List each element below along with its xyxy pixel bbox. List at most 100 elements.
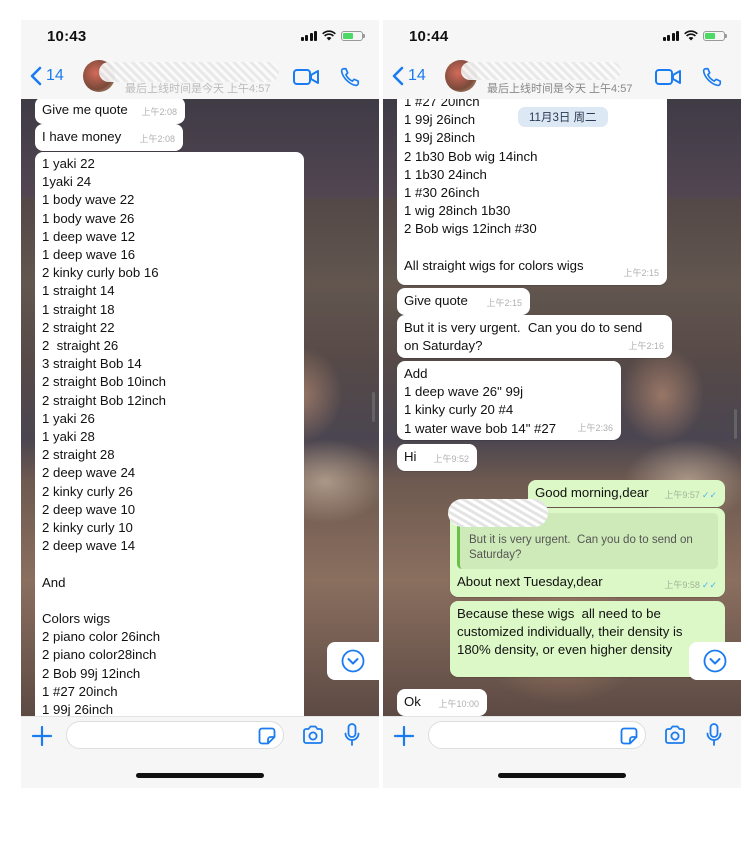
signal-icon	[662, 30, 679, 41]
message-text: 1 deep wave 26" 99j	[404, 384, 524, 400]
message-time: 上午9:58 ✓✓	[664, 576, 717, 594]
message-text: 2 deep wave 14	[42, 538, 136, 554]
message-text: 2 straight 28	[42, 447, 115, 463]
message-time: 上午2:16	[628, 340, 664, 351]
date-separator: 11月3日 周二	[518, 107, 608, 127]
quoted-message[interactable]: But it is very urgent. Can you do to sen…	[448, 499, 718, 569]
status-bar: 10:43	[21, 20, 379, 56]
message-text: 1 yaki 28	[42, 429, 95, 445]
home-indicator[interactable]	[498, 773, 626, 778]
message-bubble-outgoing-reply: But it is very urgent. Can you do to sen…	[448, 499, 725, 597]
message-bubble-outgoing: Good morning,dear 上午9:57 ✓✓	[528, 480, 725, 508]
message-text: 3 straight Bob 14	[42, 356, 142, 372]
scroll-to-bottom-button[interactable]	[327, 642, 379, 680]
message-text: 1 1b30 24inch	[404, 166, 487, 182]
message-text: 2 deep wave 24	[42, 465, 136, 481]
message-text: 2 straight Bob 12inch	[42, 392, 166, 408]
battery-icon	[341, 30, 365, 41]
video-call-button[interactable]	[293, 68, 319, 86]
message-time: 上午2:08	[139, 134, 175, 144]
time-text: 上午9:58	[664, 579, 700, 590]
message-text: customized individually, their density i…	[457, 624, 683, 640]
message-text: 1 yaki 26	[42, 410, 95, 426]
chevron-left-icon	[30, 66, 42, 86]
back-button[interactable]: 14	[29, 66, 64, 86]
message-text: 2 1b30 Bob wig 14inch	[404, 148, 538, 164]
quoted-text: Saturday?	[469, 549, 522, 561]
message-text: 1 deep wave 16	[42, 247, 136, 263]
video-call-button[interactable]	[655, 68, 681, 86]
message-text: on Saturday?	[404, 338, 483, 354]
double-check-icon: ✓✓	[701, 490, 717, 500]
camera-button[interactable]	[302, 725, 324, 745]
contact-name-redacted[interactable]	[461, 62, 621, 80]
message-text: 2 Bob wigs 12inch #30	[404, 221, 537, 237]
chat-header: 14 最后上线时间是今天 上午4:57	[383, 60, 741, 98]
message-text: 1 99j 28inch	[404, 130, 476, 146]
message-text: 1 wig 28inch 1b30	[404, 203, 511, 219]
message-bubble-incoming: Give quote 上午2:15	[397, 288, 530, 316]
microphone-button[interactable]	[344, 723, 360, 747]
last-seen-status: 最后上线时间是今天 上午4:57	[125, 83, 271, 95]
scroll-to-bottom-button[interactable]	[689, 642, 741, 680]
message-text	[404, 239, 660, 257]
message-text: Colors wigs	[42, 611, 111, 627]
message-input[interactable]	[66, 721, 284, 749]
message-bubble-incoming: But it is very urgent. Can you do to sen…	[397, 315, 672, 358]
chevron-down-circle-icon	[341, 649, 365, 673]
message-text: 1yaki 24	[42, 174, 92, 190]
message-text	[42, 592, 297, 610]
message-bubble-incoming: Hi 上午9:52	[397, 444, 477, 472]
sticker-button[interactable]	[620, 727, 638, 745]
message-bubble-incoming: I have money 上午2:08	[35, 124, 183, 152]
message-text: 1 kinky curly 20 #4	[404, 402, 514, 418]
wifi-icon	[322, 30, 336, 41]
message-bubble-incoming: 1 yaki 22 1yaki 24 1 body wave 22 1 body wa…	[35, 152, 304, 716]
voice-call-button[interactable]	[339, 66, 361, 88]
back-button[interactable]: 14	[391, 66, 426, 86]
contact-name-redacted[interactable]	[99, 62, 279, 82]
message-text: Because these wigs all need to be	[457, 606, 661, 621]
sticker-button[interactable]	[258, 727, 276, 745]
message-text: 2 straight Bob 10inch	[42, 374, 166, 390]
attach-plus-button[interactable]	[31, 725, 53, 747]
message-text: And	[42, 574, 66, 590]
message-text: 2 kinky curly 26	[42, 483, 133, 499]
message-text: 1 body wave 26	[42, 210, 135, 226]
message-time: 上午2:08	[141, 107, 177, 117]
status-icons	[662, 30, 727, 41]
message-text: 2 deep wave 10	[42, 501, 136, 517]
message-text: 180% density, or even higher density	[457, 642, 673, 658]
message-time: 上午9:57 ✓✓	[664, 486, 717, 504]
message-text: 1 straight 18	[42, 301, 115, 317]
unread-count: 14	[46, 67, 64, 84]
voice-call-button[interactable]	[701, 66, 723, 88]
attach-plus-button[interactable]	[393, 725, 415, 747]
battery-icon	[703, 30, 727, 41]
scrollbar[interactable]	[372, 392, 375, 422]
microphone-button[interactable]	[706, 723, 722, 747]
message-text: 2 straight 22	[42, 319, 115, 335]
chat-messages[interactable]: 1 #27 20inch 1 99j 26inch 1 99j 28inch 2 1b…	[383, 99, 741, 716]
message-bubble-incoming: Give me quote 上午2:08	[35, 99, 185, 125]
home-indicator[interactable]	[136, 773, 264, 778]
chat-messages[interactable]: Give me quote 上午2:08 I have money 上午2:08…	[21, 99, 379, 716]
scrollbar[interactable]	[734, 409, 737, 439]
message-time: 上午10:00	[438, 699, 479, 709]
message-text: 2 piano color 26inch	[42, 629, 161, 645]
message-text: 1 #30 26inch	[404, 185, 480, 201]
composer-bar	[383, 716, 741, 788]
message-input[interactable]	[428, 721, 646, 749]
quoted-sender-redacted	[448, 499, 548, 527]
message-text: 2 kinky curly bob 16	[42, 265, 159, 281]
quoted-text: But it is very urgent. Can you do to sen…	[469, 534, 693, 546]
message-time: 上午2:36	[577, 422, 613, 433]
status-bar: 10:44	[383, 20, 741, 56]
message-text: 1 body wave 22	[42, 192, 135, 208]
phone-screen-left: 10:43 14 最后上线时间是今天 上午4:57 Give me quote …	[21, 20, 379, 788]
message-text: Add	[404, 366, 428, 381]
camera-button[interactable]	[664, 725, 686, 745]
message-text: 2 piano color28inch	[42, 647, 157, 663]
message-text: 2 Bob 99j 12inch	[42, 665, 141, 681]
message-text: 1 straight 14	[42, 283, 115, 299]
